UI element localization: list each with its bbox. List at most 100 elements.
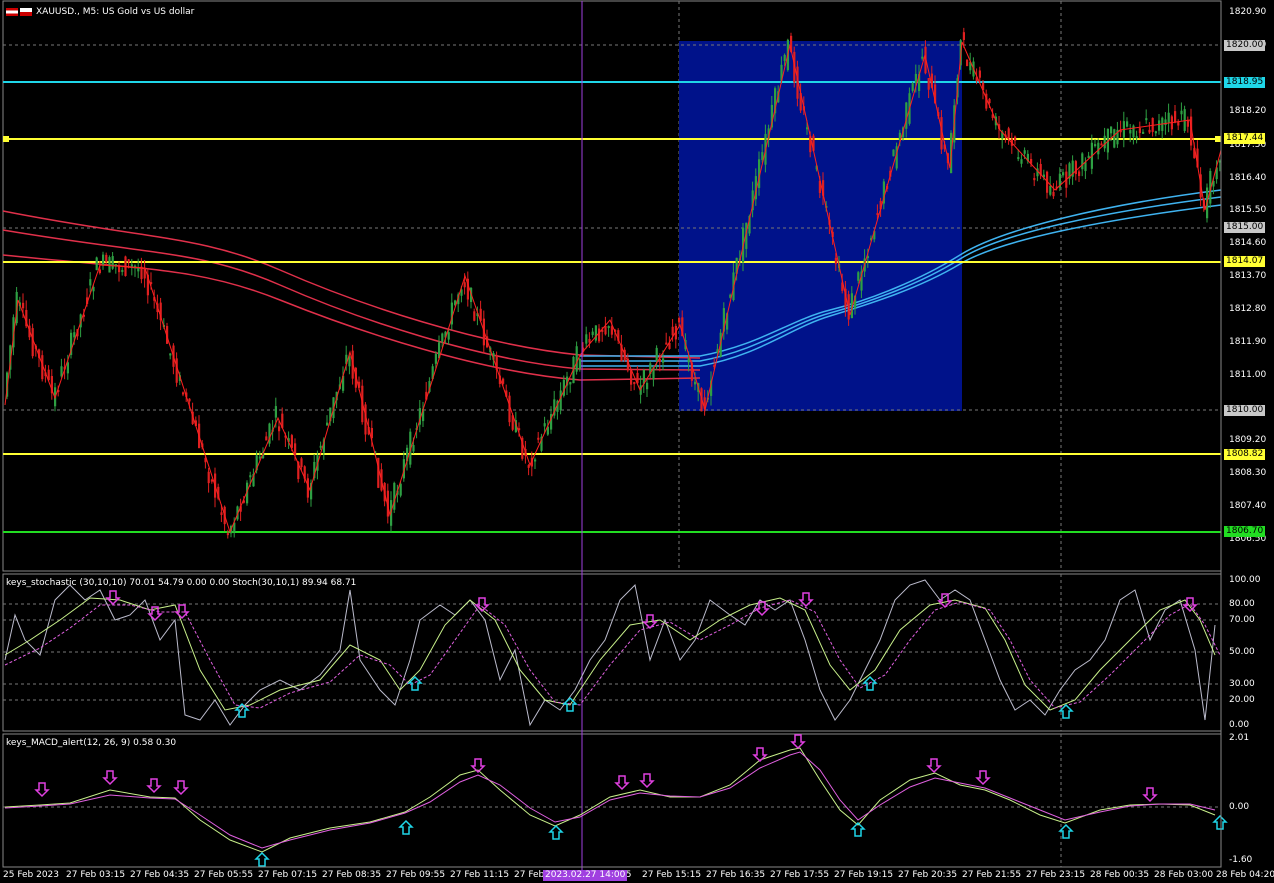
time-tick: 27 Feb	[514, 870, 545, 880]
candle-body	[575, 346, 578, 372]
candle-body	[1074, 161, 1077, 175]
price-tick: 1807.40	[1229, 501, 1267, 511]
symbol-flag-icon-2	[20, 7, 32, 16]
candle-body	[169, 353, 172, 356]
candle-body	[1049, 185, 1052, 195]
candle-body	[646, 382, 649, 390]
candle-body	[226, 533, 229, 536]
chart-title-text: XAUUSD., M5: US Gold vs US dollar	[36, 7, 195, 17]
time-tick: 27 Feb 05:55	[194, 870, 254, 880]
candle-body	[140, 266, 143, 280]
candle-body	[655, 347, 658, 362]
candle-body	[966, 59, 969, 67]
candle-body	[671, 326, 674, 336]
chart-canvas[interactable]	[0, 0, 1274, 883]
candle-body	[569, 382, 572, 385]
candle-body	[694, 381, 697, 385]
candle-body	[911, 83, 914, 91]
main-panel[interactable]	[2, 0, 1222, 572]
price-tick: 1811.00	[1229, 370, 1267, 380]
macd-tick: 2.01	[1229, 733, 1250, 743]
candle-body	[1017, 157, 1020, 160]
candle-body	[1023, 150, 1026, 154]
stoch-title: keys_stochastic (30,10,10) 70.01 54.79 0…	[6, 578, 357, 588]
price-box-1814: 1814.07	[1224, 256, 1266, 267]
candle-body	[1110, 126, 1113, 134]
candle-body	[463, 282, 466, 288]
symbol-flag-icon	[6, 7, 18, 16]
time-tick: 27 Feb 19:15	[834, 870, 894, 880]
candle-body	[1007, 128, 1010, 139]
candle-body	[95, 257, 98, 271]
candle-body	[1167, 112, 1170, 123]
candle-body	[914, 73, 917, 83]
candle-body	[1113, 129, 1116, 148]
stoch-tick: 100.00	[1229, 575, 1261, 585]
price-box-1810: 1810.00	[1224, 405, 1266, 416]
candle-body	[319, 445, 322, 448]
time-tick: 27 Feb 11:15	[450, 870, 510, 880]
candle-body	[175, 358, 178, 383]
time-tick: 27 Feb 20:35	[898, 870, 958, 880]
candle-body	[687, 358, 690, 363]
candle-body	[1129, 130, 1132, 134]
price-box-1820: 1820.00	[1224, 40, 1266, 51]
candle-body	[60, 366, 63, 377]
candle-body	[326, 422, 329, 426]
price-box-1818: 1818.95	[1224, 77, 1266, 88]
candle-body	[1135, 136, 1138, 139]
candle-body	[265, 436, 268, 441]
candle-body	[108, 257, 111, 273]
candle-body	[249, 475, 252, 478]
stoch-tick: 50.00	[1229, 647, 1255, 657]
price-tick: 1815.50	[1229, 205, 1267, 215]
candle-body	[1183, 109, 1186, 131]
time-tick: 27 Feb 07:15	[258, 870, 318, 880]
candle-body	[1164, 119, 1167, 126]
stoch-tick: 20.00	[1229, 695, 1255, 705]
candle-body	[1014, 136, 1017, 141]
candle-body	[98, 269, 101, 274]
candle-body	[1126, 121, 1129, 127]
level-handle-right[interactable]	[1215, 136, 1221, 142]
candle-body	[1154, 131, 1157, 134]
candle-body	[182, 392, 185, 395]
candle-body	[588, 338, 591, 343]
candle-body	[473, 311, 476, 321]
candle-body	[441, 333, 444, 342]
candle-body	[1062, 172, 1065, 176]
candle-body	[89, 279, 92, 286]
candle-body	[537, 437, 540, 440]
candle-body	[130, 264, 133, 267]
time-tick: 25 Feb 2023	[3, 870, 60, 880]
candle-body	[578, 358, 581, 369]
candle-body	[1081, 153, 1084, 170]
candle-body	[598, 328, 601, 342]
candle-body	[1097, 142, 1100, 155]
candle-body	[188, 398, 191, 402]
candle-body	[1020, 159, 1023, 164]
candle-body	[105, 254, 108, 263]
candle-body	[834, 257, 837, 264]
price-box-1815: 1815.00	[1224, 222, 1266, 233]
candle-body	[633, 382, 636, 385]
time-tick: 27 Feb 17:55	[770, 870, 830, 880]
price-tick: 1811.90	[1229, 337, 1267, 347]
candle-body	[66, 362, 69, 374]
time-tick: 27 Feb 15:15	[642, 870, 702, 880]
candle-body	[1052, 191, 1055, 197]
candle-body	[111, 256, 114, 269]
candle-body	[665, 342, 668, 345]
candle-body	[988, 99, 991, 104]
candle-body	[22, 302, 25, 309]
candle-body	[1142, 131, 1145, 134]
time-tick: 27 Feb 08:35	[322, 870, 382, 880]
macd-title: keys_MACD_alert(12, 26, 9) 0.58 0.30	[6, 738, 177, 748]
candle-body	[220, 512, 223, 515]
macd-panel[interactable]	[2, 733, 1222, 868]
candle-body	[892, 149, 895, 157]
level-handle-left[interactable]	[3, 136, 9, 142]
candle-body	[137, 267, 140, 272]
candle-body	[783, 54, 786, 61]
candle-body	[1138, 128, 1141, 134]
